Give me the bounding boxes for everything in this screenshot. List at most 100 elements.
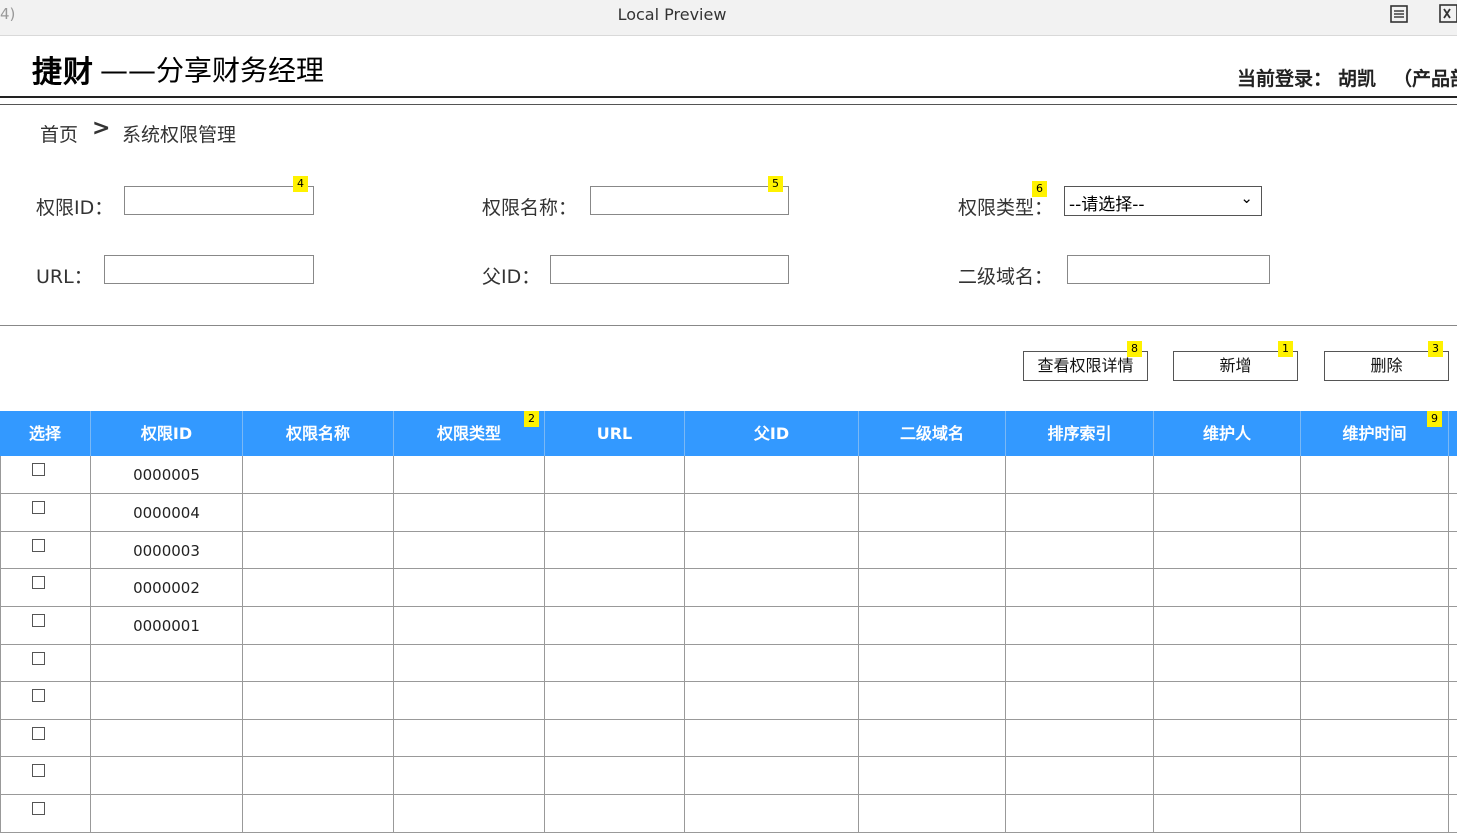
parent-id-label: 父ID： [482, 266, 541, 288]
perm-type-select[interactable]: --请选择-- ⌄ [1064, 186, 1262, 216]
brand-subtitle: ——分享财务经理 [100, 54, 325, 87]
current-user-name: 胡凯 [1338, 68, 1377, 90]
excel-export-icon[interactable] [1438, 2, 1457, 24]
table-cell [859, 569, 1006, 607]
column-header-url[interactable]: URL [545, 411, 685, 456]
table-cell-overflow [1449, 569, 1457, 607]
table-cell [685, 682, 859, 720]
table-cell [545, 532, 685, 569]
row-select-checkbox[interactable] [32, 764, 45, 777]
table-cell [859, 795, 1006, 833]
table-cell-overflow [1449, 607, 1457, 645]
row-select-checkbox[interactable] [32, 689, 45, 702]
table-cell [545, 607, 685, 645]
table-cell [394, 682, 545, 720]
table-cell [545, 494, 685, 532]
subdomain-input[interactable] [1067, 255, 1270, 284]
table-cell [243, 720, 394, 757]
table-cell [859, 532, 1006, 569]
table-row[interactable]: 0000002 [0, 569, 1457, 607]
table-row[interactable]: 0000001 [0, 607, 1457, 645]
table-cell [1006, 456, 1154, 494]
column-header-perm-name[interactable]: 权限名称 [243, 411, 394, 456]
url-input[interactable] [104, 255, 314, 284]
table-cell [1154, 494, 1301, 532]
table-cell [685, 456, 859, 494]
parent-id-input[interactable] [550, 255, 789, 284]
table-cell [859, 494, 1006, 532]
table-cell [1006, 795, 1154, 833]
table-cell [1006, 757, 1154, 795]
table-row[interactable]: 0000003 [0, 532, 1457, 569]
table-row[interactable]: 0000005 [0, 456, 1457, 494]
table-cell [394, 494, 545, 532]
table-cell-overflow [1449, 795, 1457, 833]
table-cell [0, 494, 91, 532]
table-cell [545, 795, 685, 833]
perm-type-label: 权限类型： [958, 197, 1054, 219]
table-row[interactable]: 0000004 [0, 494, 1457, 532]
table-header: 选择 权限ID 权限名称 权限类型 URL 父ID 二级域名 排序索引 维护人 … [0, 411, 1457, 456]
table-cell [1154, 607, 1301, 645]
table-cell [1154, 645, 1301, 682]
column-header-maintainer[interactable]: 维护人 [1154, 411, 1301, 456]
table-cell [0, 532, 91, 569]
table-cell [1154, 757, 1301, 795]
table-cell [394, 757, 545, 795]
table-cell [1301, 569, 1449, 607]
reader-mode-icon[interactable] [1389, 4, 1409, 24]
table-cell [394, 720, 545, 757]
row-select-checkbox[interactable] [32, 727, 45, 740]
perm-id-input[interactable] [124, 186, 314, 215]
table-cell [1301, 532, 1449, 569]
column-header-parent-id[interactable]: 父ID [685, 411, 859, 456]
table-cell [1006, 569, 1154, 607]
row-select-checkbox[interactable] [32, 802, 45, 815]
table-cell [243, 532, 394, 569]
breadcrumb-current: 系统权限管理 [122, 124, 237, 146]
table-cell: 0000003 [91, 532, 243, 569]
table-row[interactable] [0, 795, 1457, 833]
table-cell [0, 757, 91, 795]
table-cell [0, 456, 91, 494]
row-select-checkbox[interactable] [32, 614, 45, 627]
table-cell-overflow [1449, 757, 1457, 795]
table-cell-overflow [1449, 682, 1457, 720]
table-cell [859, 456, 1006, 494]
column-header-select[interactable]: 选择 [0, 411, 91, 456]
table-cell [1154, 569, 1301, 607]
table-cell [859, 607, 1006, 645]
row-select-checkbox[interactable] [32, 652, 45, 665]
breadcrumb-home-link[interactable]: 首页 [40, 120, 78, 147]
table-row[interactable] [0, 645, 1457, 682]
row-select-checkbox[interactable] [32, 501, 45, 514]
perm-name-input[interactable] [590, 186, 789, 215]
badge-perm-type-col: 2 [524, 411, 539, 427]
table-cell [91, 682, 243, 720]
row-select-checkbox[interactable] [32, 576, 45, 589]
table-cell [0, 720, 91, 757]
table-cell: 0000005 [91, 456, 243, 494]
table-cell [394, 645, 545, 682]
badge-delete: 3 [1428, 341, 1443, 357]
table-cell [545, 757, 685, 795]
table-cell [685, 645, 859, 682]
table-cell [394, 532, 545, 569]
table-row[interactable] [0, 757, 1457, 795]
row-select-checkbox[interactable] [32, 463, 45, 476]
badge-add: 1 [1278, 341, 1293, 357]
table-cell [91, 757, 243, 795]
perm-name-label: 权限名称： [482, 197, 578, 219]
table-row[interactable] [0, 682, 1457, 720]
column-header-perm-type[interactable]: 权限类型 [394, 411, 545, 456]
table-cell [859, 682, 1006, 720]
current-user-dept: （产品部 [1393, 68, 1457, 90]
table-row[interactable] [0, 720, 1457, 757]
column-header-subdomain[interactable]: 二级域名 [859, 411, 1006, 456]
subdomain-label: 二级域名： [958, 266, 1054, 288]
column-header-sort-index[interactable]: 排序索引 [1006, 411, 1154, 456]
table-cell [243, 682, 394, 720]
row-select-checkbox[interactable] [32, 539, 45, 552]
column-header-perm-id[interactable]: 权限ID [91, 411, 243, 456]
table-cell [394, 607, 545, 645]
